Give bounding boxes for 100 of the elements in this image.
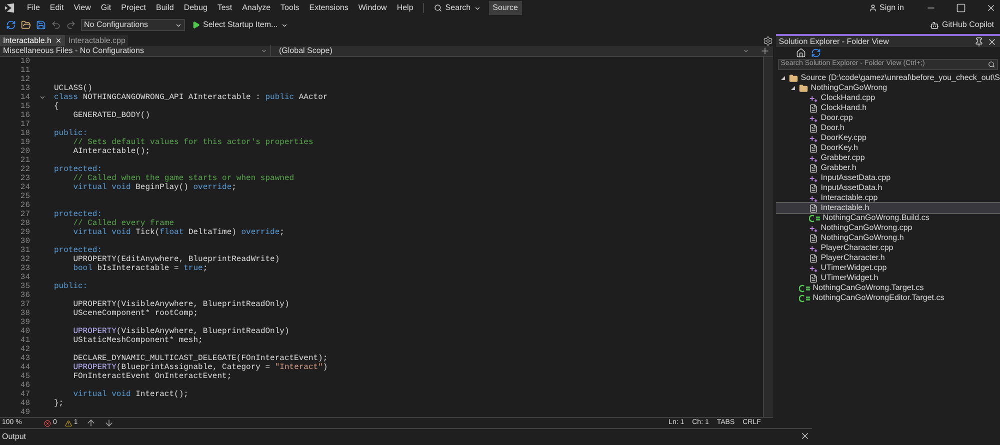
tree-item[interactable]: NothingCanGoWrong.h: [776, 233, 1000, 243]
arrow-up-icon[interactable]: [86, 418, 96, 428]
redo-icon[interactable]: [66, 20, 76, 30]
code-line: protected:: [54, 165, 102, 174]
line-number: 16: [19, 111, 30, 120]
tree-item[interactable]: Interactable.cpp: [776, 193, 1000, 203]
line-number: 38: [19, 309, 30, 318]
line-number: 13: [19, 84, 30, 93]
close-icon[interactable]: [986, 3, 996, 13]
tree-item[interactable]: PlayerCharacter.h: [776, 253, 1000, 263]
line-number: 11: [19, 66, 30, 75]
arrow-down-icon[interactable]: [104, 418, 114, 428]
settings-icon[interactable]: [762, 36, 773, 46]
code-line: virtual void Tick(float DeltaTime) override;: [72, 228, 284, 237]
line-number: 20: [19, 147, 30, 156]
line-number: 10: [19, 57, 30, 66]
tree-item[interactable]: InputAssetData.cpp: [776, 173, 1000, 183]
line-number: 40: [19, 327, 30, 336]
open-folder-icon[interactable]: [21, 20, 31, 30]
sign-in-button[interactable]: Sign in: [868, 2, 904, 14]
menu-item[interactable]: Extensions: [305, 2, 352, 14]
close-icon[interactable]: [800, 431, 810, 441]
copilot-button[interactable]: GitHub Copilot: [930, 19, 994, 31]
tree-item[interactable]: ClockHand.cpp: [776, 93, 1000, 103]
code-line: virtual void BeginPlay() override;: [72, 183, 236, 192]
tree-item[interactable]: NothingCanGoWrong.Build.cs: [776, 213, 1000, 223]
startup-item-button[interactable]: Select Startup Item...: [190, 19, 290, 31]
caret-icon: [175, 22, 182, 28]
tree-item[interactable]: InputAssetData.h: [776, 183, 1000, 193]
line-number: 12: [19, 75, 30, 84]
tree-item[interactable]: Door.h: [776, 123, 1000, 133]
refresh-icon[interactable]: [810, 48, 821, 58]
line-number: 17: [19, 120, 30, 129]
scrollbar[interactable]: [762, 57, 773, 417]
code-line: AInteractable();: [72, 147, 150, 156]
search-button[interactable]: Search: [430, 2, 485, 14]
code-line: };: [54, 399, 64, 408]
add-icon[interactable]: [760, 46, 770, 56]
menu-item[interactable]: Help: [392, 2, 418, 14]
menu-item[interactable]: View: [70, 2, 95, 14]
configuration-dropdown[interactable]: No Configurations: [81, 19, 185, 31]
expand-arrow-icon[interactable]: [780, 75, 786, 81]
line-number: 43: [19, 354, 30, 363]
csharp-icon: [798, 294, 810, 302]
close-icon[interactable]: [55, 37, 62, 44]
menu-item[interactable]: Git: [96, 2, 116, 14]
line-number: 25: [19, 192, 30, 201]
code-line: public:: [54, 282, 88, 291]
tree-item[interactable]: DoorKey.cpp: [776, 133, 1000, 143]
caret-icon: [474, 4, 481, 12]
file-icon: [808, 274, 818, 282]
tree-item[interactable]: DoorKey.h: [776, 143, 1000, 153]
line-number: 34: [19, 273, 30, 282]
undo-icon[interactable]: [51, 20, 61, 30]
code-line: USceneComponent* rootComp;: [72, 309, 198, 318]
menu-item[interactable]: Window: [354, 2, 391, 14]
menu-item[interactable]: File: [23, 2, 44, 14]
menu-item[interactable]: Project: [117, 2, 150, 14]
tree-item[interactable]: NothingCanGoWrong.Target.cs: [776, 283, 1000, 293]
tree-item[interactable]: Grabber.cpp: [776, 153, 1000, 163]
tree-item[interactable]: UTimerWidget.h: [776, 273, 1000, 283]
file-tab[interactable]: Interactable.h: [0, 35, 66, 46]
file-icon: [808, 164, 818, 172]
tree-item[interactable]: Source (D:\code\gamez\unreal\before_you_check_out\S: [776, 73, 1000, 83]
maximize-icon[interactable]: [956, 3, 966, 13]
pin-icon[interactable]: [974, 36, 984, 46]
menu-item[interactable]: Test: [213, 2, 236, 14]
tree-item[interactable]: NothingCanGoWrong.cpp: [776, 223, 1000, 233]
tree-item[interactable]: UTimerWidget.cpp: [776, 263, 1000, 273]
caret-icon: [742, 48, 749, 54]
tree-item[interactable]: NothingCanGoWrong: [776, 83, 1000, 93]
save-icon[interactable]: [36, 20, 46, 30]
home-icon[interactable]: [796, 48, 806, 58]
tree-item[interactable]: ClockHand.h: [776, 103, 1000, 113]
tree-item[interactable]: PlayerCharacter.cpp: [776, 243, 1000, 253]
line-number: 32: [19, 255, 30, 264]
line-number: 33: [19, 264, 30, 273]
code-line: UPROPERTY(VisibleAnywhere, BlueprintReadOnly): [72, 300, 290, 309]
file-icon: [808, 234, 818, 242]
menu-item[interactable]: Tools: [276, 2, 304, 14]
code-line: // Sets default values for this actor's properties: [72, 138, 314, 147]
line-number: 49: [19, 408, 30, 417]
code-line: class NOTHINGCANGOWRONG_API AInteractable : public AActor: [54, 93, 328, 102]
caret-icon: [280, 22, 288, 28]
fold-chevron-icon[interactable]: [38, 94, 46, 101]
tree-item[interactable]: Interactable.h: [776, 203, 1000, 213]
line-number: 37: [19, 300, 30, 309]
tree-item[interactable]: Grabber.h: [776, 163, 1000, 173]
menu-item[interactable]: Build: [152, 2, 178, 14]
project-dropdown[interactable]: Miscellaneous Files - No Configurations: [0, 45, 270, 57]
tree-item[interactable]: NothingCanGoWrongEditor.Target.cs: [776, 293, 1000, 303]
solution-name-badge: Source: [488, 1, 522, 15]
line-number: 36: [19, 291, 30, 300]
close-icon[interactable]: [987, 36, 997, 46]
menu-item[interactable]: Debug: [180, 2, 212, 14]
menu-item[interactable]: Analyze: [238, 2, 275, 14]
menu-item[interactable]: Edit: [46, 2, 68, 14]
file-tab[interactable]: Interactable.cpp: [65, 35, 128, 46]
tree-item[interactable]: Door.cpp: [776, 113, 1000, 123]
expand-arrow-icon[interactable]: [790, 85, 796, 91]
